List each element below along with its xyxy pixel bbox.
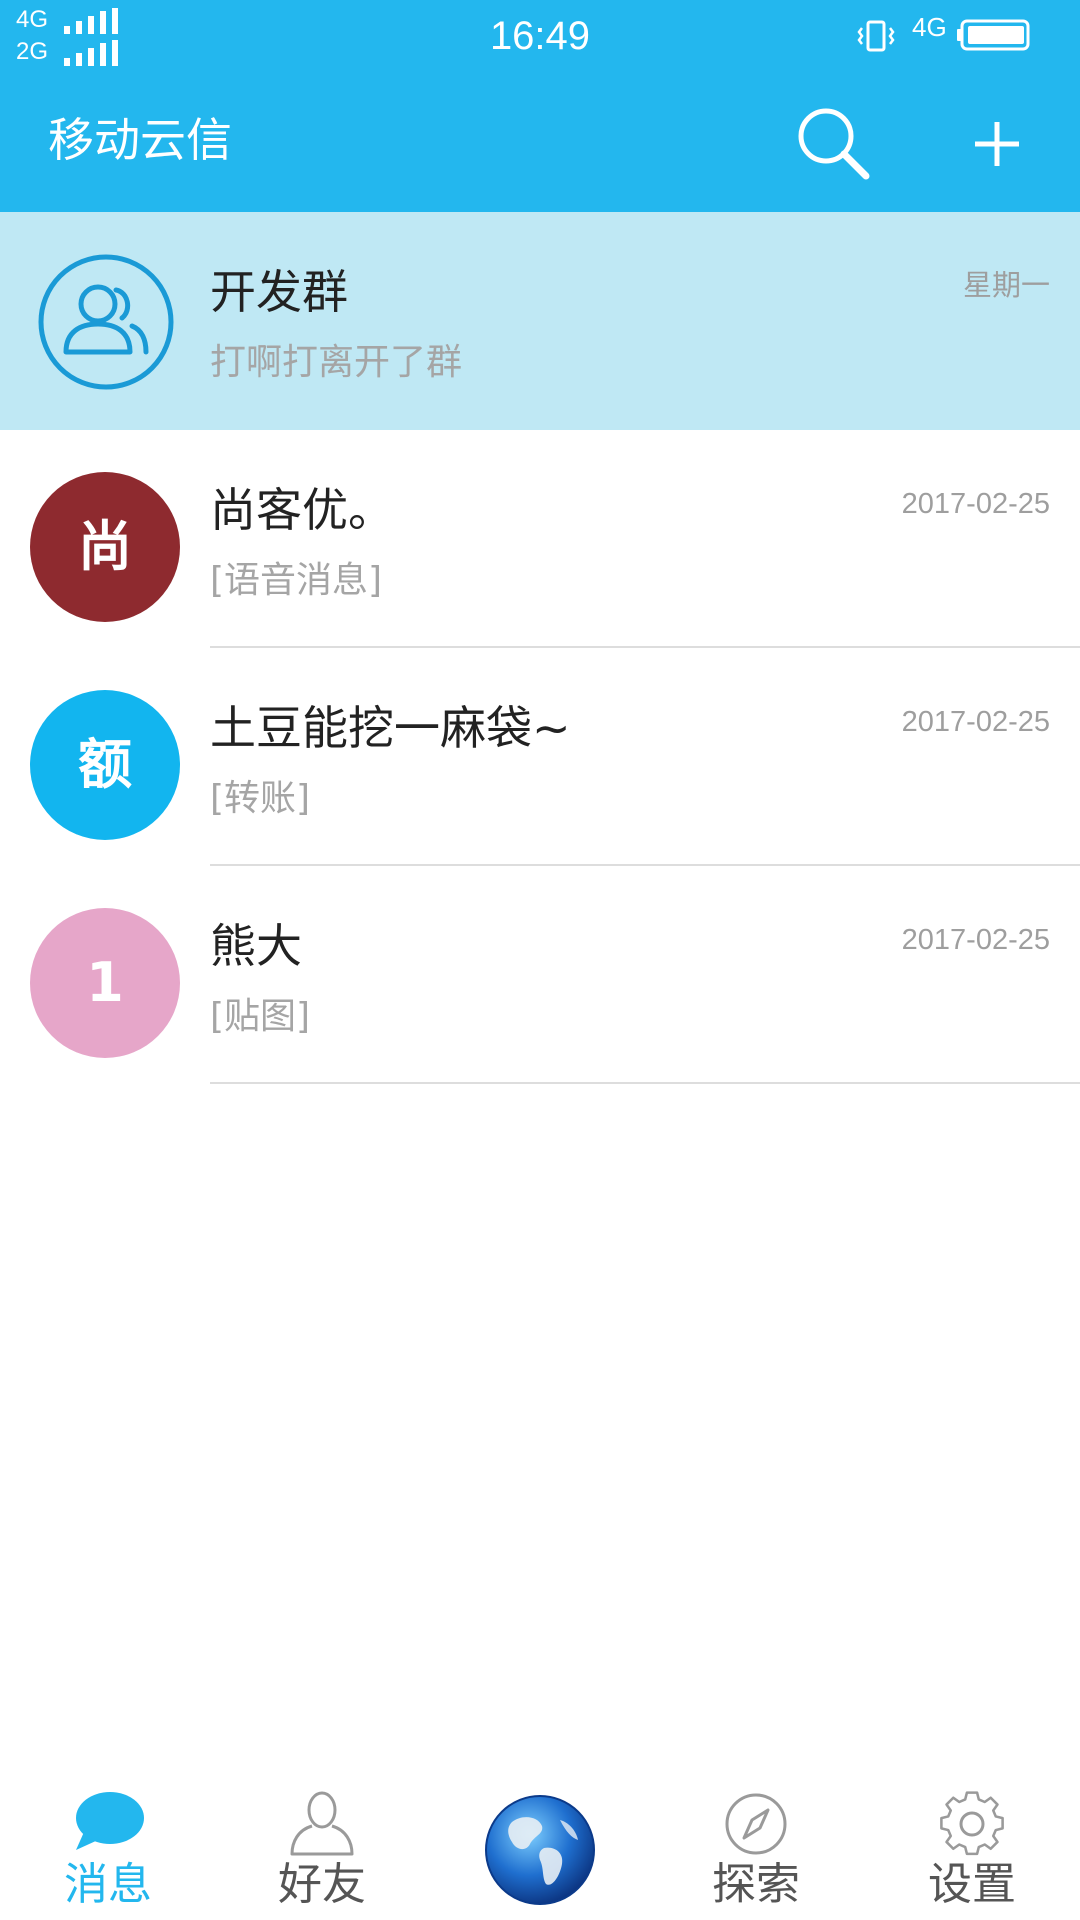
conversation-preview: [语音消息] — [210, 560, 383, 601]
conversation-preview: 打啊打离开了群 — [210, 342, 463, 383]
conversation-item[interactable]: 尚 尚客优。 [语音消息] 2017-02-25 — [0, 430, 1080, 648]
globe-icon — [485, 1795, 595, 1905]
conversation-time: 2017-02-25 — [901, 488, 1050, 520]
conversation-item[interactable]: 开发群 打啊打离开了群 星期一 — [0, 212, 1080, 430]
nav-friends[interactable]: 好友 — [222, 1776, 422, 1920]
conversation-time: 2017-02-25 — [901, 924, 1050, 956]
status-right-group: 4G — [856, 12, 1056, 60]
status-bar: 4G 2G 16:49 4G — [0, 0, 1080, 72]
conversation-list: 开发群 打啊打离开了群 星期一 尚 尚客优。 [语音消息] 2017-02-25… — [0, 212, 1080, 1084]
conversation-time: 2017-02-25 — [901, 706, 1050, 738]
conversation-time: 星期一 — [962, 270, 1050, 302]
group-icon — [38, 254, 174, 390]
add-button[interactable] — [962, 108, 1032, 178]
vibrate-icon — [857, 20, 895, 52]
person-icon — [290, 1791, 354, 1856]
conversation-name: 土豆能挖一麻袋~ — [210, 701, 571, 755]
nav-label: 消息 — [64, 1859, 152, 1910]
data-network-label: 4G — [912, 12, 947, 42]
chat-bubble-icon — [76, 1792, 144, 1850]
conversation-item[interactable]: 额 土豆能挖一麻袋~ [转账] 2017-02-25 — [0, 648, 1080, 866]
conversation-preview: [贴图] — [210, 996, 311, 1037]
nav-messages[interactable]: 消息 — [8, 1776, 208, 1920]
divider — [210, 1082, 1080, 1084]
avatar: 1 — [30, 908, 180, 1058]
app-title: 移动云信 — [48, 113, 232, 167]
avatar: 尚 — [30, 472, 180, 622]
conversation-name: 开发群 — [210, 265, 348, 319]
avatar: 额 — [30, 690, 180, 840]
conversation-item[interactable]: 1 熊大 [贴图] 2017-02-25 — [0, 866, 1080, 1084]
nav-label: 探索 — [712, 1859, 800, 1910]
conversation-preview: [转账] — [210, 778, 311, 819]
conversation-name: 熊大 — [210, 919, 302, 973]
nav-settings[interactable]: 设置 — [872, 1776, 1072, 1920]
gear-icon — [940, 1791, 1004, 1856]
nav-label: 好友 — [278, 1859, 366, 1910]
nav-globe[interactable] — [482, 1792, 598, 1908]
search-button[interactable] — [792, 102, 878, 188]
nav-label: 设置 — [928, 1859, 1016, 1910]
compass-icon — [725, 1793, 787, 1855]
plus-icon — [975, 122, 1019, 166]
conversation-name: 尚客优。 — [210, 483, 394, 537]
search-icon — [798, 108, 870, 180]
screen: 4G 2G 16:49 4G 移动云信 开发群 打啊打离开了群 星期一 尚 尚客… — [0, 0, 1080, 1920]
battery-icon — [957, 19, 1030, 51]
bottom-nav: 消息 好友 探索 设置 — [0, 1776, 1080, 1920]
nav-explore[interactable]: 探索 — [656, 1776, 856, 1920]
app-bar: 移动云信 — [0, 72, 1080, 212]
